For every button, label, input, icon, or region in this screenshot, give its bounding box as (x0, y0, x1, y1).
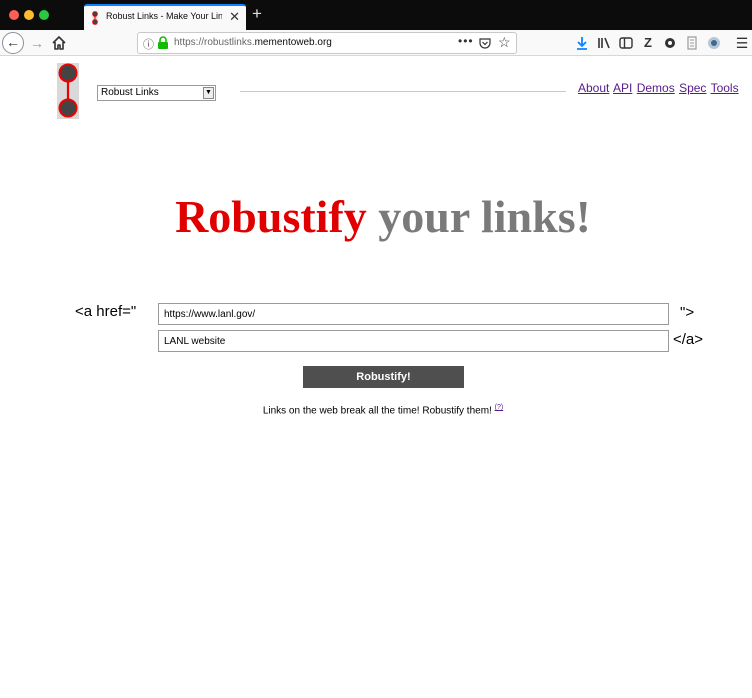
extension-circle-icon[interactable] (662, 35, 678, 51)
site-select-dropdown[interactable]: Robust Links ▼ (97, 85, 216, 101)
top-nav: About API Demos Spec Tools (578, 81, 740, 95)
anchor-open-label: <a href=" (75, 303, 137, 320)
forward-arrow-icon[interactable]: → (30, 33, 44, 53)
navigation-toolbar: ← → ⓘ https://robustlinks.mementoweb.org… (0, 30, 752, 56)
site-info-icon[interactable]: ⓘ (143, 36, 154, 52)
anchor-quote-close-label: "> (680, 304, 695, 321)
nav-link-about[interactable]: About (578, 81, 609, 95)
url-text[interactable]: https://robustlinks.mementoweb.org (174, 37, 332, 48)
back-arrow-icon[interactable]: ← (2, 32, 24, 54)
new-tab-button[interactable]: + (252, 5, 262, 23)
downloads-icon[interactable] (574, 35, 590, 51)
help-link[interactable]: (?) (495, 404, 504, 411)
page-actions-menu-icon[interactable]: ••• (458, 34, 474, 48)
reader-list-icon[interactable] (684, 35, 700, 51)
header-divider (240, 91, 566, 92)
bookmark-star-icon[interactable]: ☆ (498, 34, 511, 51)
nav-link-api[interactable]: API (613, 81, 632, 95)
page-title-rest: your links! (378, 191, 591, 242)
nav-link-demos[interactable]: Demos (637, 81, 675, 95)
url-input[interactable] (158, 303, 669, 325)
zotero-icon[interactable]: Z (640, 35, 656, 51)
link-text-input[interactable] (158, 330, 669, 352)
lock-icon[interactable] (157, 36, 169, 50)
tagline-text: Links on the web break all the time! Rob… (262, 405, 492, 417)
page-title-accent: Robustify (175, 191, 367, 242)
page-title: Robustify your links! (0, 190, 752, 244)
site-select-value: Robust Links (101, 87, 159, 98)
help-superscript: (?) (495, 404, 504, 411)
robust-links-logo[interactable] (57, 63, 79, 119)
url-domain: mementoweb.org (254, 37, 332, 48)
home-icon[interactable] (50, 33, 68, 53)
pocket-icon[interactable] (479, 37, 491, 49)
minimize-window-button[interactable] (24, 10, 34, 20)
browser-tab-active[interactable]: Robust Links - Make Your Link Robust ✕ (84, 4, 246, 30)
sidebar-icon[interactable] (618, 35, 634, 51)
robust-links-favicon (92, 11, 98, 25)
robustify-button[interactable]: Robustify! (303, 366, 464, 388)
chevron-down-icon: ▼ (203, 87, 214, 99)
tab-title: Robust Links - Make Your Link Robust (106, 11, 222, 21)
url-bar[interactable]: ⓘ https://robustlinks.mementoweb.org •••… (137, 32, 517, 54)
url-prefix: https://robustlinks. (174, 37, 255, 48)
nav-link-spec[interactable]: Spec (679, 81, 706, 95)
hamburger-menu-icon[interactable]: ☰ (734, 35, 750, 51)
window-titlebar: Robust Links - Make Your Link Robust ✕ + (0, 0, 752, 30)
close-window-button[interactable] (9, 10, 19, 20)
close-tab-icon[interactable]: ✕ (229, 9, 240, 25)
anchor-close-label: </a> (673, 331, 704, 348)
tagline: Links on the web break all the time! Rob… (0, 404, 752, 416)
library-icon[interactable] (596, 35, 612, 51)
nav-link-tools[interactable]: Tools (711, 81, 739, 95)
zoom-window-button[interactable] (39, 10, 49, 20)
memento-extension-icon[interactable] (706, 35, 722, 51)
